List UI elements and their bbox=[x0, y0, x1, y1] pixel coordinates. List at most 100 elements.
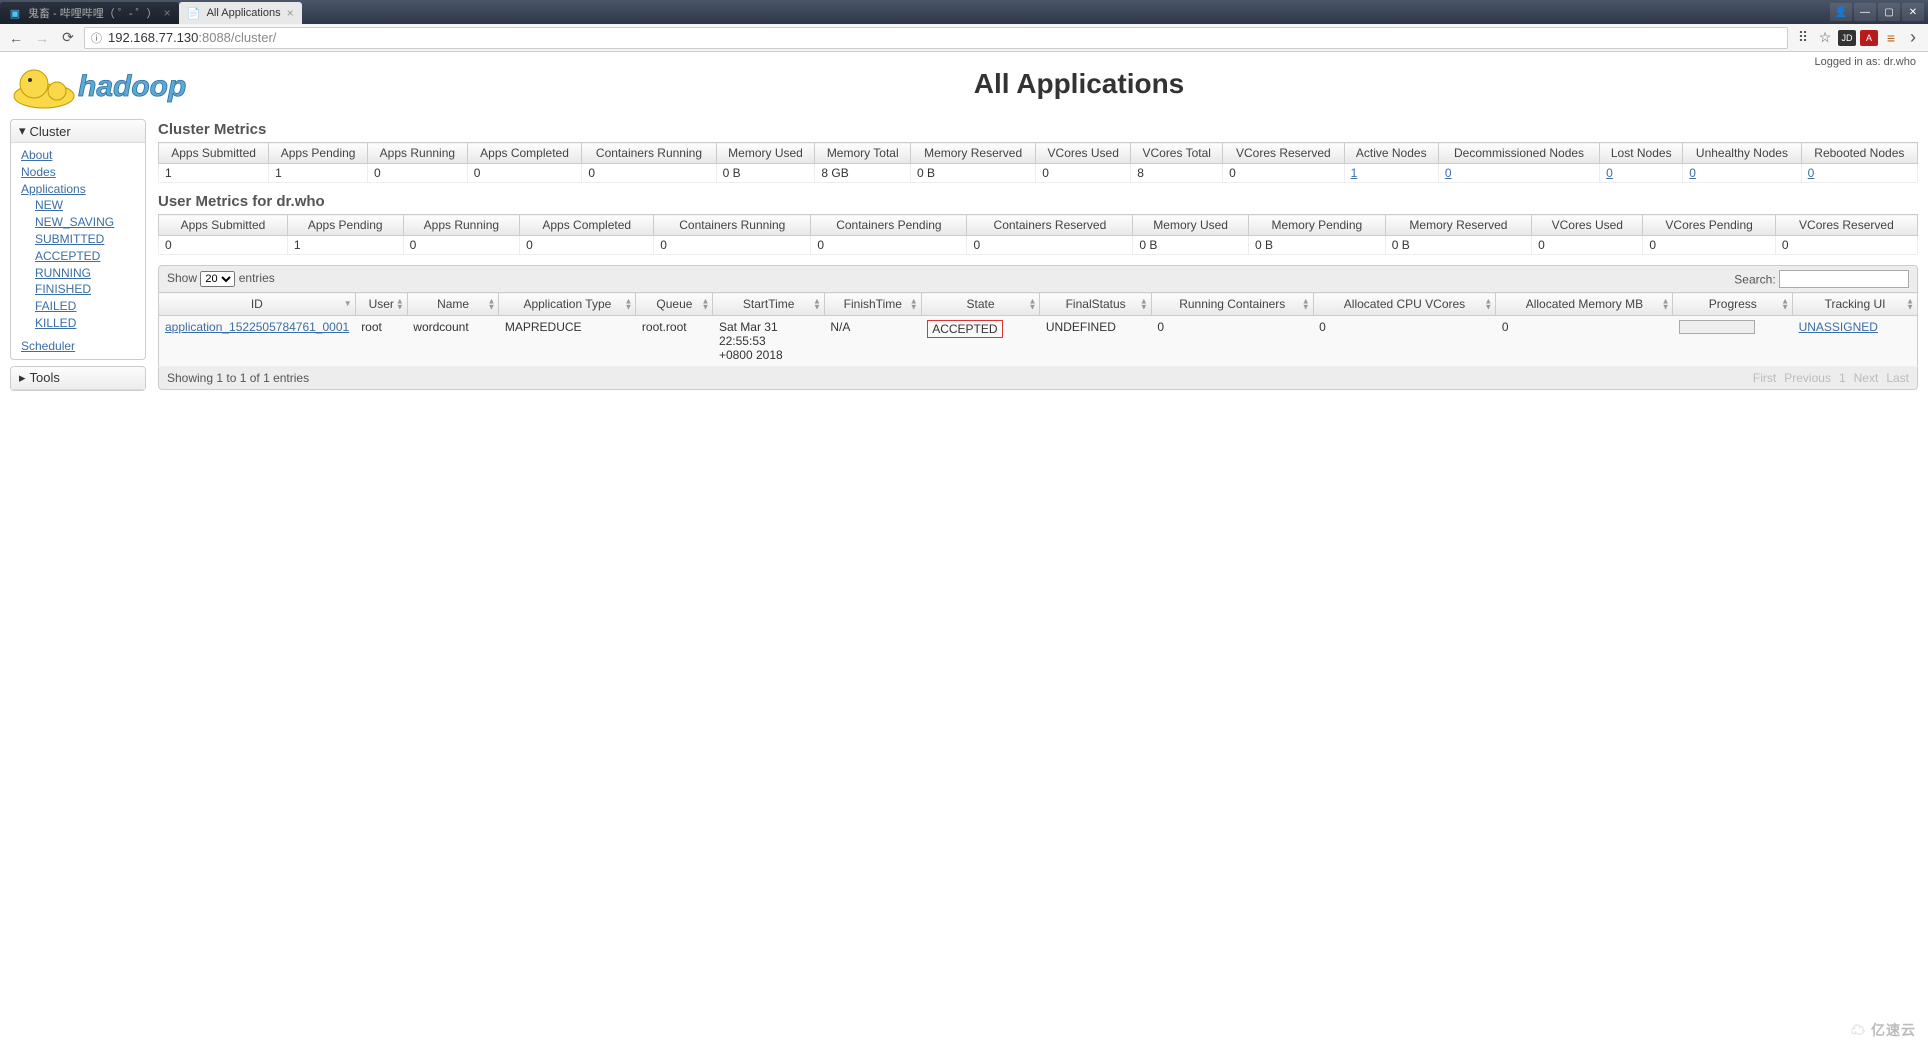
close-icon[interactable]: × bbox=[164, 6, 171, 20]
apps-header[interactable]: Name▲▼ bbox=[407, 293, 499, 316]
sidebar-item-applications[interactable]: Applications bbox=[21, 181, 135, 198]
sidebar-item-nodes[interactable]: Nodes bbox=[21, 164, 135, 181]
sidebar-item-submitted[interactable]: SUBMITTED bbox=[35, 231, 135, 248]
watermark: ☁ 亿速云 bbox=[1851, 1020, 1916, 1040]
table-cell: wordcount bbox=[407, 316, 499, 367]
sort-icon: ▲▼ bbox=[813, 298, 821, 309]
apps-header[interactable]: Allocated CPU VCores▲▼ bbox=[1313, 293, 1496, 316]
apps-header[interactable]: Running Containers▲▼ bbox=[1151, 293, 1313, 316]
sort-icon: ▲▼ bbox=[624, 298, 632, 309]
user-metrics-title: User Metrics for dr.who bbox=[158, 193, 1918, 210]
paginate-page-1[interactable]: 1 bbox=[1839, 371, 1846, 385]
maximize-button[interactable]: ▢ bbox=[1878, 3, 1900, 21]
indicator-icon[interactable]: › bbox=[1904, 29, 1922, 47]
translate-icon[interactable]: ⠿ bbox=[1794, 29, 1812, 47]
sidebar-item-about[interactable]: About bbox=[21, 147, 135, 164]
table-row: application_1522505784761_0001 rootwordco… bbox=[159, 316, 1918, 367]
paginate-next[interactable]: Next bbox=[1854, 371, 1879, 385]
browser-titlebar: ▣ 鬼畜 - 哔哩哔哩（ ゜- ゜） × 📄 All Applications … bbox=[0, 0, 1928, 24]
sidebar-tools-header[interactable]: ▸ Tools bbox=[11, 367, 145, 390]
metrics-link[interactable]: 0 bbox=[1445, 166, 1452, 180]
sidebar: ▾ Cluster About Nodes Applications NEW N… bbox=[10, 119, 146, 397]
metrics-link[interactable]: 0 bbox=[1808, 166, 1815, 180]
cluster-metrics-table: Apps SubmittedApps PendingApps RunningAp… bbox=[158, 142, 1918, 183]
paginate-last[interactable]: Last bbox=[1886, 371, 1909, 385]
apps-header[interactable]: ID▼ bbox=[159, 293, 356, 316]
apps-header[interactable]: FinishTime▲▼ bbox=[824, 293, 921, 316]
metrics-value: 0 B bbox=[1248, 236, 1385, 255]
sidebar-item-failed[interactable]: FAILED bbox=[35, 298, 135, 315]
paginate-previous[interactable]: Previous bbox=[1784, 371, 1831, 385]
apps-header[interactable]: State▲▼ bbox=[921, 293, 1040, 316]
metrics-value: 0 bbox=[654, 236, 811, 255]
metrics-value: 0 bbox=[811, 236, 967, 255]
metrics-value: 0 bbox=[967, 236, 1133, 255]
paginate-first[interactable]: First bbox=[1753, 371, 1776, 385]
table-cell: root bbox=[355, 316, 407, 367]
sidebar-item-running[interactable]: RUNNING bbox=[35, 265, 135, 282]
sort-icon: ▲▼ bbox=[1140, 298, 1148, 309]
applications-table: ID▼User▲▼Name▲▼Application Type▲▼Queue▲▼… bbox=[158, 292, 1918, 367]
extension-icon[interactable]: JD bbox=[1838, 30, 1856, 46]
metrics-value: 0 B bbox=[716, 164, 815, 183]
sort-icon: ▲▼ bbox=[487, 298, 495, 309]
minimize-button[interactable]: — bbox=[1854, 3, 1876, 21]
table-cell: 0 bbox=[1313, 316, 1496, 367]
sidebar-item-new[interactable]: NEW bbox=[35, 197, 135, 214]
table-cell: application_1522505784761_0001 bbox=[159, 316, 356, 367]
tab-favicon-icon: 📄 bbox=[187, 6, 201, 20]
apps-header[interactable]: Queue▲▼ bbox=[636, 293, 713, 316]
metrics-value: 1 bbox=[159, 164, 269, 183]
table-footer: Showing 1 to 1 of 1 entries First Previo… bbox=[158, 367, 1918, 390]
search-input[interactable] bbox=[1779, 270, 1909, 288]
metrics-header: Apps Pending bbox=[269, 143, 368, 164]
tracking-link[interactable]: UNASSIGNED bbox=[1799, 320, 1878, 334]
sort-icon: ▲▼ bbox=[1484, 298, 1492, 309]
apps-header[interactable]: Allocated Memory MB▲▼ bbox=[1496, 293, 1673, 316]
entries-select[interactable]: 20 bbox=[200, 271, 235, 287]
metrics-header: Apps Pending bbox=[287, 215, 403, 236]
metrics-header: Memory Total bbox=[815, 143, 911, 164]
close-button[interactable]: ✕ bbox=[1902, 3, 1924, 21]
sidebar-item-killed[interactable]: KILLED bbox=[35, 315, 135, 332]
tab-title: 鬼畜 - 哔哩哔哩（ ゜- ゜） bbox=[28, 5, 158, 21]
svg-text:hadoop: hadoop bbox=[78, 70, 186, 103]
metrics-header: Active Nodes bbox=[1344, 143, 1438, 164]
metrics-value: 0 bbox=[1438, 164, 1599, 183]
apps-header[interactable]: User▲▼ bbox=[355, 293, 407, 316]
apps-header[interactable]: StartTime▲▼ bbox=[713, 293, 824, 316]
bookmark-icon[interactable]: ☆ bbox=[1816, 29, 1834, 47]
close-icon[interactable]: × bbox=[287, 6, 294, 20]
browser-tab-applications[interactable]: 📄 All Applications × bbox=[179, 2, 302, 24]
url-text: 192.168.77.130:8088/cluster/ bbox=[108, 30, 276, 45]
sidebar-item-finished[interactable]: FINISHED bbox=[35, 281, 135, 298]
metrics-link[interactable]: 0 bbox=[1689, 166, 1696, 180]
metrics-header: Apps Completed bbox=[520, 215, 654, 236]
sidebar-item-scheduler[interactable]: Scheduler bbox=[21, 338, 135, 355]
metrics-link[interactable]: 1 bbox=[1351, 166, 1358, 180]
apps-header[interactable]: FinalStatus▲▼ bbox=[1040, 293, 1151, 316]
metrics-value: 1 bbox=[269, 164, 368, 183]
back-button[interactable]: ← bbox=[6, 28, 26, 48]
browser-tab-bilibili[interactable]: ▣ 鬼畜 - 哔哩哔哩（ ゜- ゜） × bbox=[0, 2, 179, 24]
metrics-header: Unhealthy Nodes bbox=[1683, 143, 1801, 164]
metrics-link[interactable]: 0 bbox=[1606, 166, 1613, 180]
app-id-link[interactable]: application_1522505784761_0001 bbox=[165, 320, 349, 334]
metrics-value: 0 bbox=[1775, 236, 1917, 255]
user-icon[interactable]: 👤 bbox=[1830, 3, 1852, 21]
apps-header[interactable]: Progress▲▼ bbox=[1673, 293, 1793, 316]
pdf-extension-icon[interactable]: A bbox=[1860, 30, 1878, 46]
apps-header[interactable]: Tracking UI▲▼ bbox=[1793, 293, 1918, 316]
metrics-header: Containers Running bbox=[582, 143, 716, 164]
metrics-header: VCores Pending bbox=[1643, 215, 1775, 236]
sidebar-cluster-header[interactable]: ▾ Cluster bbox=[11, 120, 145, 143]
sidebar-item-new-saving[interactable]: NEW_SAVING bbox=[35, 214, 135, 231]
hamburger-icon[interactable]: ≡ bbox=[1882, 29, 1900, 47]
sidebar-item-accepted[interactable]: ACCEPTED bbox=[35, 248, 135, 265]
reload-button[interactable]: ⟳ bbox=[58, 28, 78, 48]
info-icon[interactable]: ⓘ bbox=[91, 30, 102, 46]
forward-button[interactable]: → bbox=[32, 28, 52, 48]
login-info: Logged in as: dr.who bbox=[1814, 56, 1916, 68]
apps-header[interactable]: Application Type▲▼ bbox=[499, 293, 636, 316]
url-bar[interactable]: ⓘ 192.168.77.130:8088/cluster/ bbox=[84, 27, 1788, 49]
